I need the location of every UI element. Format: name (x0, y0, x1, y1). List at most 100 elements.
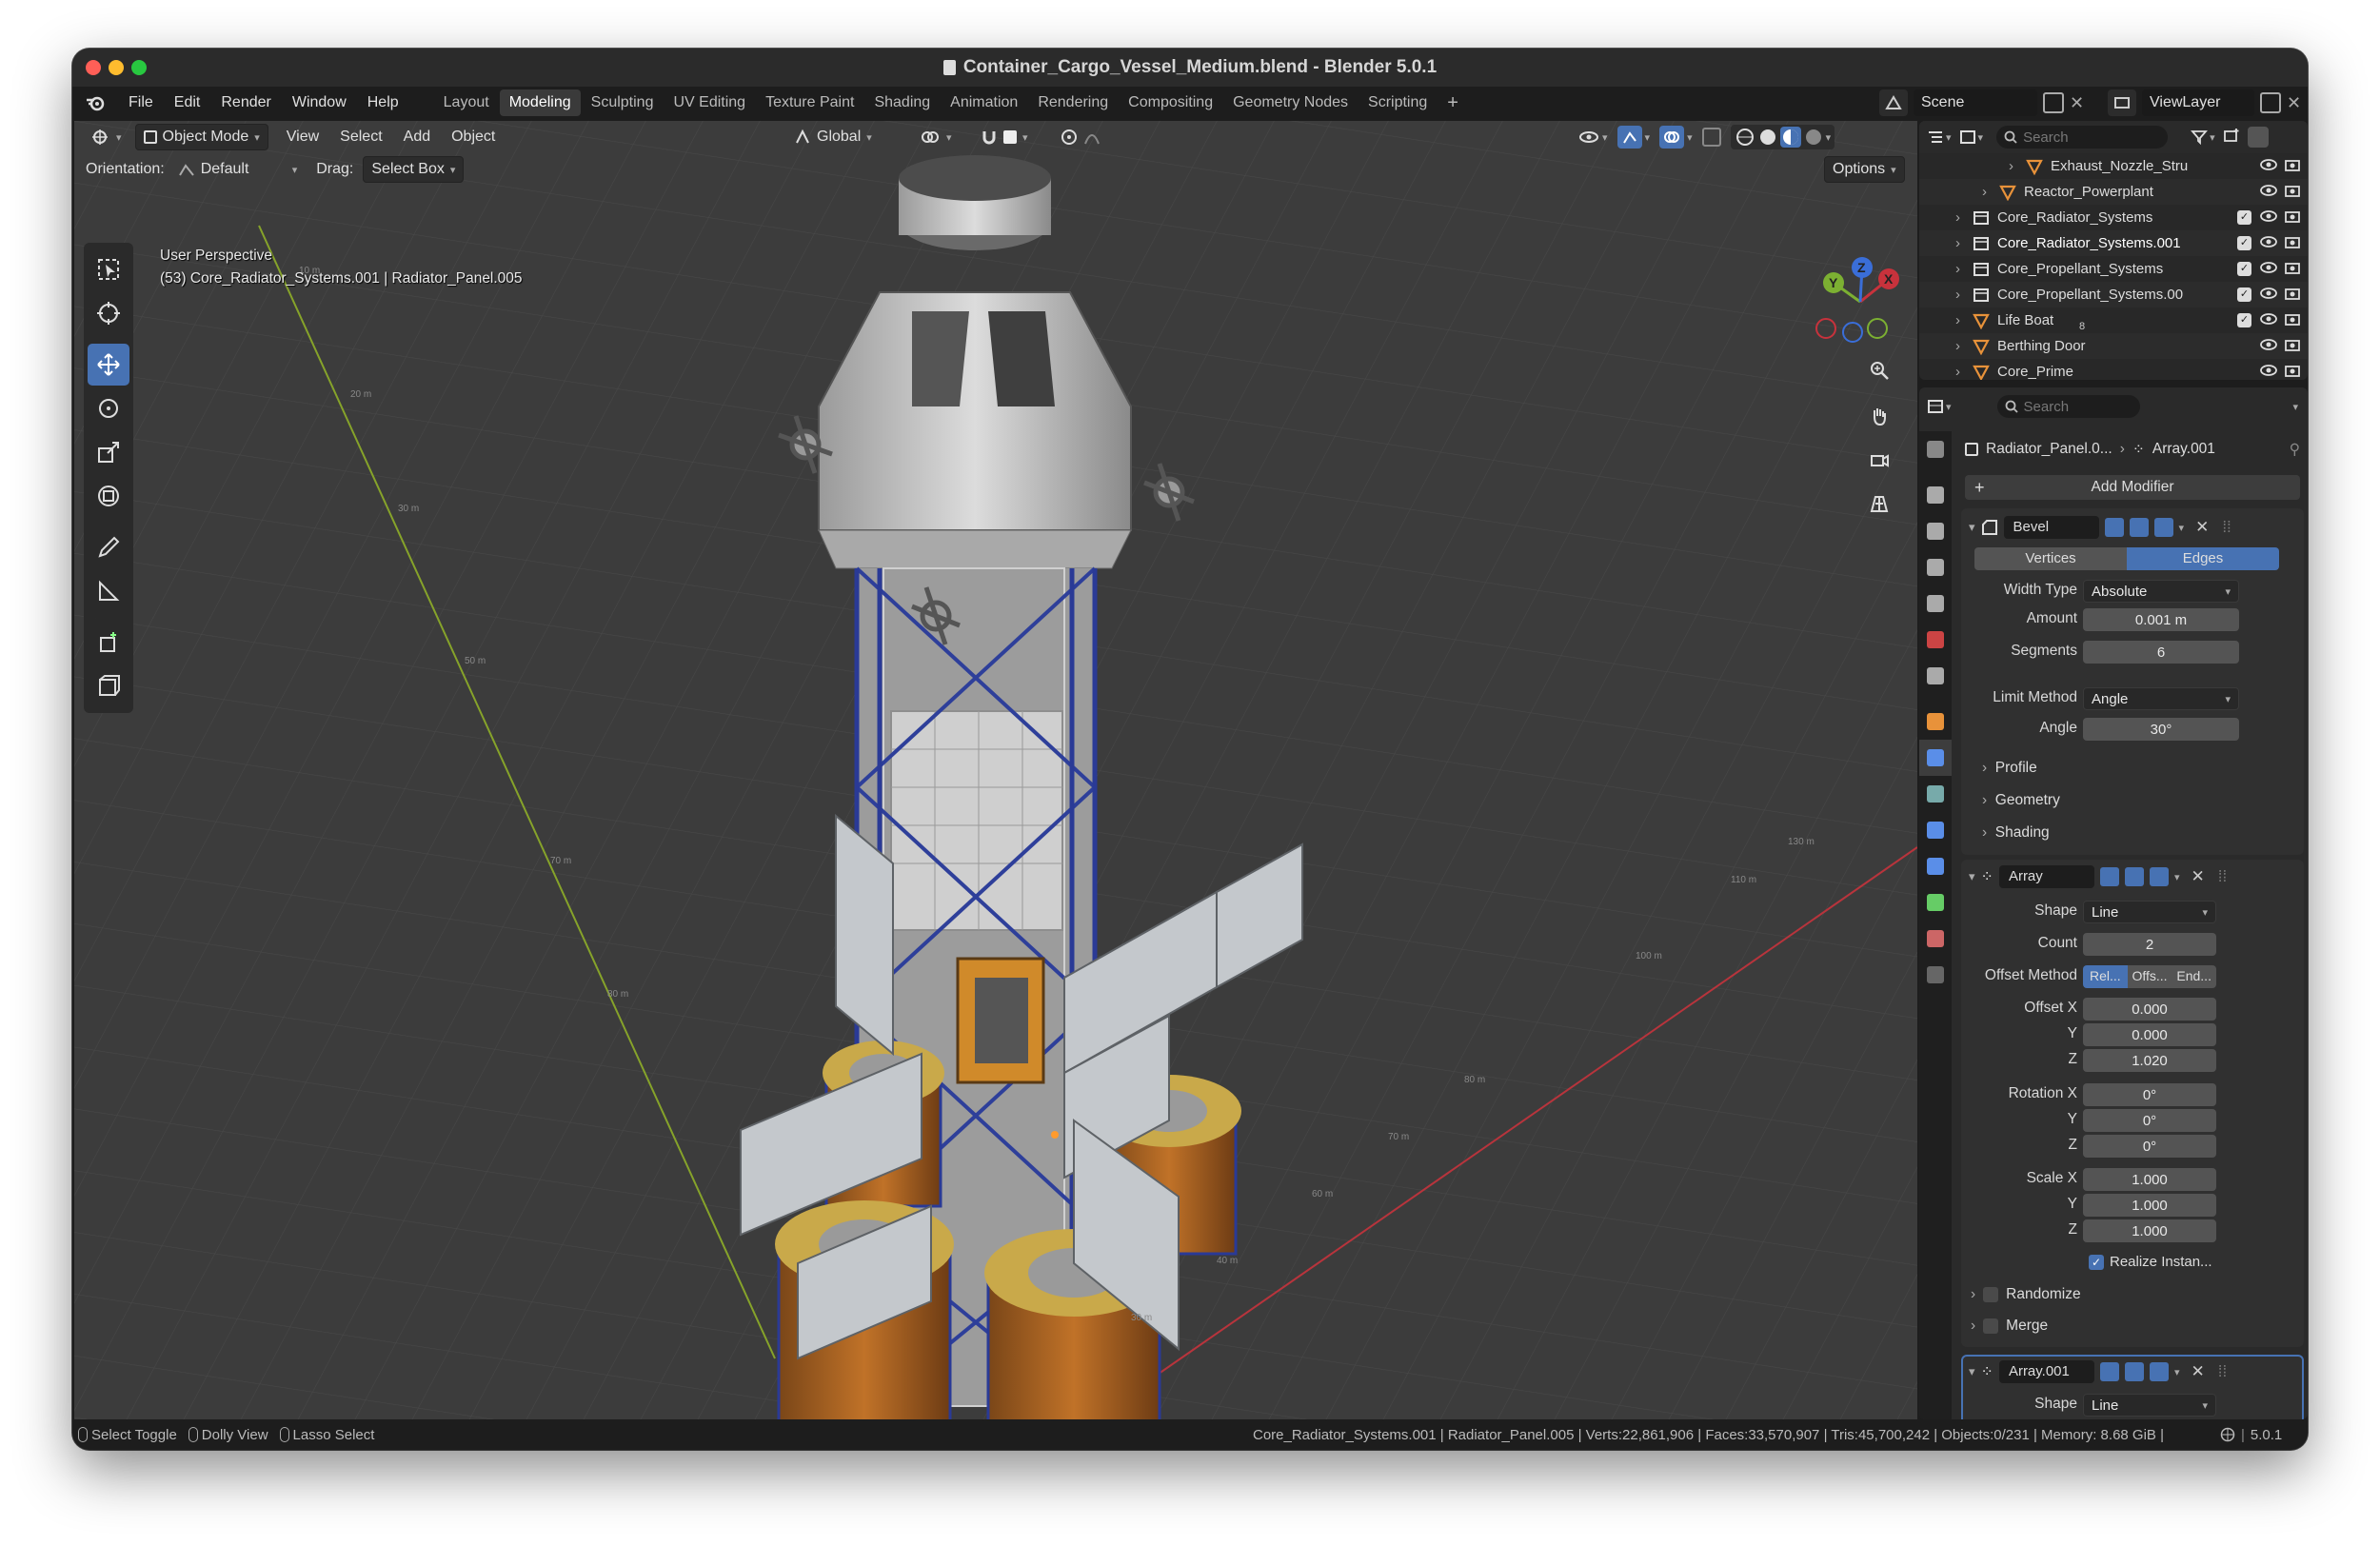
tab-compositing[interactable]: Compositing (1119, 89, 1222, 116)
expand-chevron-icon[interactable]: › (1955, 364, 1960, 380)
add-object-tool[interactable] (88, 665, 129, 707)
exclude-checkbox[interactable]: ✓ (2237, 210, 2251, 225)
menu-help[interactable]: Help (357, 94, 409, 111)
outliner-row[interactable]: › Life Boat 8 ✓ (1919, 307, 2308, 333)
tab-scripting[interactable]: Scripting (1359, 89, 1437, 116)
scale-x-field[interactable]: 1.000 (2083, 1168, 2216, 1191)
array-count-field[interactable]: 2 (2083, 933, 2216, 956)
world-tab[interactable] (1919, 622, 1952, 658)
amount-field[interactable]: 0.001 m (2083, 608, 2239, 631)
modifier-tab[interactable] (1919, 740, 1952, 776)
move-tool[interactable] (88, 344, 129, 386)
render-camera-icon[interactable] (2285, 158, 2300, 175)
expand-chevron-icon[interactable]: › (1955, 287, 1960, 303)
offset-method-relative[interactable]: Rel... (2083, 965, 2128, 988)
particles-tab[interactable] (1919, 776, 1952, 812)
exclude-checkbox[interactable]: ✓ (2237, 236, 2251, 250)
pivot-point-dropdown[interactable]: ▾ (912, 125, 960, 149)
tab-animation[interactable]: Animation (941, 89, 1027, 116)
render-camera-icon[interactable] (2285, 338, 2300, 355)
offset-z-field[interactable]: 1.020 (2083, 1049, 2216, 1072)
viewlayer-name-field[interactable]: ViewLayer (2142, 89, 2254, 116)
array-viewport-toggle[interactable] (2124, 867, 2144, 886)
options-dropdown[interactable]: Options ▾ (1824, 156, 1905, 183)
outliner-editor-type-icon[interactable]: ▾ (1927, 129, 1952, 145)
display-mode-icon[interactable]: ▾ (1959, 129, 1983, 145)
outliner-row[interactable]: › Core_Radiator_Systems.001 ✓ (1919, 230, 2308, 256)
render-camera-icon[interactable] (2285, 312, 2300, 329)
scene-name-field[interactable]: Scene (1914, 89, 2037, 116)
visibility-dropdown[interactable]: ▾ (1578, 129, 1608, 146)
offset-method-constant[interactable]: Offs... (2127, 965, 2172, 988)
randomize-subpanel[interactable]: › Randomize (1971, 1286, 2081, 1303)
exclude-checkbox[interactable]: ✓ (2237, 262, 2251, 276)
eye-icon[interactable] (2260, 364, 2277, 381)
sync-selection-icon[interactable] (2247, 127, 2269, 148)
expand-chevron-icon[interactable]: › (1955, 338, 1960, 354)
bevel-render-toggle[interactable] (2153, 518, 2173, 537)
eye-icon[interactable] (2260, 338, 2277, 355)
render-camera-icon[interactable] (2285, 209, 2300, 227)
outliner-search-input[interactable]: Search (1996, 126, 2169, 149)
blender-logo-icon[interactable] (72, 94, 118, 111)
menu-file[interactable]: File (118, 94, 164, 111)
bevel-vertices-tab[interactable]: Vertices (1974, 547, 2127, 570)
menu-object[interactable]: Object (441, 129, 506, 146)
outliner-row[interactable]: › Core_Prime (1919, 359, 2308, 380)
bevel-shading-subpanel[interactable]: › Shading (1982, 824, 2050, 842)
merge-subpanel[interactable]: › Merge (1971, 1318, 2048, 1335)
array-001-name-field[interactable]: Array.001 (1998, 1360, 2094, 1383)
bevel-profile-subpanel[interactable]: › Profile (1982, 760, 2037, 777)
gizmo-toggle[interactable]: ▾ (1616, 126, 1650, 149)
width-type-dropdown[interactable]: Absolute ▾ (2083, 580, 2239, 603)
constraints-tab[interactable] (1919, 848, 1952, 884)
xray-toggle[interactable] (1701, 128, 1721, 147)
bevel-extra-chevron[interactable]: ▾ (2179, 522, 2185, 534)
array-shape-dropdown[interactable]: Line ▾ (2083, 901, 2216, 923)
array-extra-chevron[interactable]: ▾ (2174, 871, 2180, 883)
array-001-extra-chevron[interactable]: ▾ (2174, 1366, 2180, 1378)
render-camera-icon[interactable] (2285, 235, 2300, 252)
tab-shading[interactable]: Shading (864, 89, 940, 116)
array-001-editmode-toggle[interactable] (2099, 1362, 2119, 1381)
expand-chevron-icon[interactable]: › (2009, 158, 2013, 174)
measure-tool[interactable] (88, 570, 129, 612)
menu-window[interactable]: Window (282, 94, 357, 111)
add-cube-tool[interactable] (88, 622, 129, 664)
offset-y-field[interactable]: 0.000 (2083, 1023, 2216, 1046)
tab-geometry-nodes[interactable]: Geometry Nodes (1223, 89, 1358, 116)
pin-icon[interactable]: ⚲ (2290, 441, 2300, 459)
scene-icon[interactable] (1879, 89, 1908, 116)
angle-field[interactable]: 30° (2083, 718, 2239, 741)
perspective-toggle-icon[interactable] (1862, 486, 1896, 521)
select-box-tool[interactable] (88, 248, 129, 290)
array-collapse-chevron[interactable]: ▾ (1969, 869, 1975, 884)
scene-tab[interactable] (1919, 585, 1952, 622)
rotation-y-field[interactable]: 0° (2083, 1109, 2216, 1132)
scale-y-field[interactable]: 1.000 (2083, 1194, 2216, 1217)
new-viewlayer-icon[interactable] (2260, 92, 2281, 113)
tab-sculpting[interactable]: Sculpting (582, 89, 664, 116)
realize-instances-checkbox[interactable]: ✓ Realize Instan... (2089, 1254, 2212, 1270)
transform-orientation-dropdown[interactable]: Global ▾ (786, 125, 880, 149)
array-render-toggle[interactable] (2149, 867, 2169, 886)
expand-chevron-icon[interactable]: › (1982, 184, 1987, 200)
menu-view[interactable]: View (276, 129, 329, 146)
menu-select[interactable]: Select (329, 129, 392, 146)
menu-edit[interactable]: Edit (164, 94, 211, 111)
offset-x-field[interactable]: 0.000 (2083, 998, 2216, 1021)
array-001-shape-dropdown[interactable]: Line ▾ (2083, 1394, 2216, 1417)
delete-viewlayer-icon[interactable]: ✕ (2287, 93, 2301, 113)
scale-z-field[interactable]: 1.000 (2083, 1219, 2216, 1242)
shading-modes[interactable]: ▾ (1730, 125, 1835, 149)
bevel-collapse-chevron[interactable]: ▾ (1969, 520, 1975, 535)
close-window-button[interactable] (86, 60, 101, 75)
rotate-tool[interactable] (88, 387, 129, 429)
array-001-collapse-chevron[interactable]: ▾ (1969, 1364, 1975, 1379)
zoom-window-button[interactable] (131, 60, 147, 75)
drag-dropdown[interactable]: Select Box ▾ (363, 156, 465, 183)
zoom-icon[interactable] (1862, 353, 1896, 387)
view-layer-tab[interactable] (1919, 549, 1952, 585)
editor-type-button[interactable]: ▾ (82, 125, 129, 149)
rotation-x-field[interactable]: 0° (2083, 1083, 2216, 1106)
